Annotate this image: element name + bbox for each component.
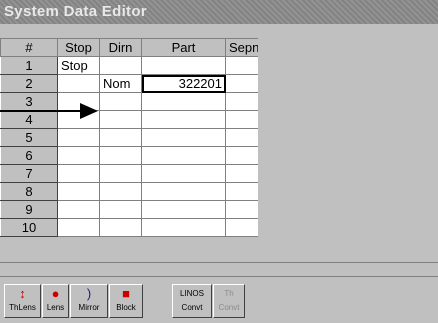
cell-stop[interactable] (57, 218, 100, 237)
component-toolbar: ↕ ThLens ● Lens) Mirror ■ Block LINOS Convt Th Con… (0, 276, 438, 323)
cell-stop[interactable] (57, 74, 100, 93)
cell-dirn[interactable] (99, 146, 142, 165)
cell-dirn[interactable]: Nom (99, 74, 142, 93)
row-header[interactable]: 9 (0, 200, 58, 219)
table-row: 1 Stop (0, 56, 264, 75)
thick-lens-icon: ↕ (19, 286, 26, 301)
convt-button[interactable]: LINOS Convt (172, 284, 212, 318)
cell-part[interactable]: 322201 (141, 74, 226, 93)
col-header-number[interactable]: # (0, 38, 58, 57)
mirror-icon: ) (86, 286, 92, 301)
lens-button[interactable]: ● Lens (42, 284, 69, 318)
cell-stop[interactable]: Stop (57, 56, 100, 75)
cell-dirn[interactable] (99, 218, 142, 237)
cell-part[interactable] (141, 164, 226, 183)
cell-part[interactable] (141, 146, 226, 165)
table-row: 7 (0, 164, 264, 183)
toolbar-button-label: Block (116, 303, 136, 312)
row-header[interactable]: 7 (0, 164, 58, 183)
cell-dirn[interactable] (99, 110, 142, 129)
cell-dirn[interactable] (99, 56, 142, 75)
thin-lens-convert-icon: Th (224, 289, 234, 298)
col-header-stop[interactable]: Stop (57, 38, 100, 57)
toolbar-button-label: Convt (218, 303, 240, 312)
cell-part[interactable] (141, 182, 226, 201)
row-header[interactable]: 6 (0, 146, 58, 165)
linos-convert-icon: LINOS (179, 289, 204, 298)
system-data-editor-window: System Data Editor # Stop Dirn Part Sepn… (0, 0, 438, 323)
row-header[interactable]: 8 (0, 182, 58, 201)
cell-stop[interactable] (57, 128, 100, 147)
cell-dirn[interactable] (99, 128, 142, 147)
cell-part[interactable] (141, 200, 226, 219)
table-row: 6 (0, 146, 264, 165)
table-row: 2 Nom 322201 (0, 74, 264, 93)
window-title: System Data Editor (0, 0, 438, 24)
row-header[interactable]: 5 (0, 128, 58, 147)
toolbar-button-label: ThLens (9, 303, 36, 312)
cell-stop[interactable] (57, 182, 100, 201)
system-data-grid: # Stop Dirn Part Sepn 1 Stop 2 Nom 322201 3 4 5… (0, 38, 264, 237)
cell-dirn[interactable] (99, 164, 142, 183)
mirror-button[interactable]: ) Mirror (70, 284, 108, 318)
grid-empty-space (258, 38, 438, 256)
cell-stop[interactable] (57, 146, 100, 165)
row-header[interactable]: 2 (0, 74, 58, 93)
table-row: 9 (0, 200, 264, 219)
col-header-dirn[interactable]: Dirn (99, 38, 142, 57)
toolbar-button-label: Mirror (78, 303, 100, 312)
cell-stop[interactable] (57, 164, 100, 183)
cell-dirn[interactable] (99, 200, 142, 219)
cell-dirn[interactable] (99, 92, 142, 111)
cell-part[interactable] (141, 92, 226, 111)
row-header[interactable]: 1 (0, 56, 58, 75)
cell-part[interactable] (141, 110, 226, 129)
insertion-arrow-icon (0, 103, 98, 119)
row-header[interactable]: 10 (0, 218, 58, 237)
table-row: 8 (0, 182, 264, 201)
thlens-button[interactable]: ↕ ThLens (4, 284, 41, 318)
cell-stop[interactable] (57, 200, 100, 219)
grid-header-row: # Stop Dirn Part Sepn (0, 38, 264, 57)
cell-dirn[interactable] (99, 182, 142, 201)
toolbar-button-label: Convt (181, 303, 203, 312)
cell-part[interactable] (141, 56, 226, 75)
table-row: 5 (0, 128, 264, 147)
cell-part[interactable] (141, 218, 226, 237)
status-strip (0, 262, 438, 277)
lens-icon: ● (51, 286, 60, 301)
cell-part[interactable] (141, 128, 226, 147)
block-icon: ■ (122, 286, 130, 301)
grid-area: # Stop Dirn Part Sepn 1 Stop 2 Nom 322201 3 4 5… (0, 24, 438, 262)
col-header-part[interactable]: Part (141, 38, 226, 57)
block-button[interactable]: ■ Block (109, 284, 143, 318)
toolbar-button-label: Lens (46, 303, 65, 312)
convt-button[interactable]: Th Convt (213, 284, 245, 318)
table-row: 10 (0, 218, 264, 237)
